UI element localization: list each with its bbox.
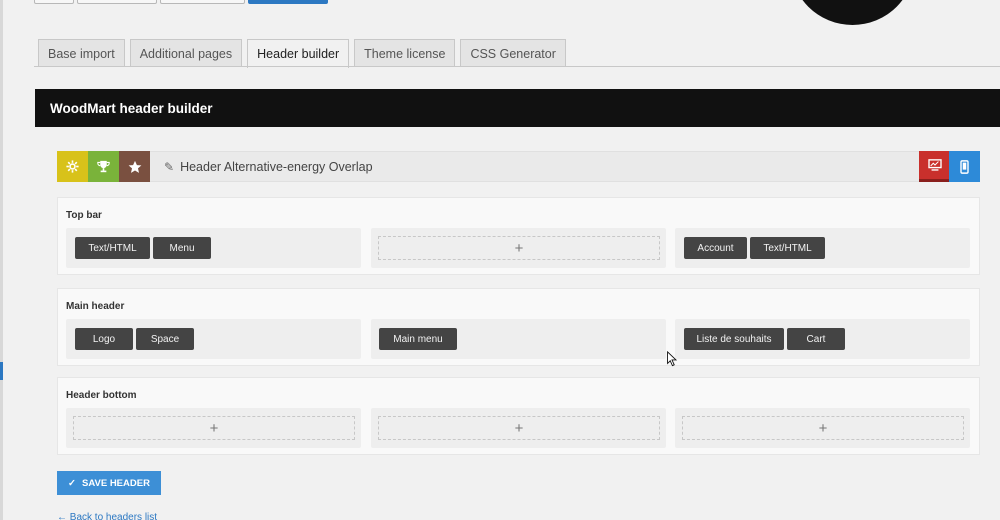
row-column-right: Liste de souhaits Cart xyxy=(675,319,970,359)
row-column-right: + xyxy=(675,408,970,448)
row-label: Header bottom xyxy=(66,390,137,401)
row-column-center: + xyxy=(371,408,666,448)
tabs-divider xyxy=(34,66,1000,67)
pencil-icon[interactable]: ✎ xyxy=(164,160,174,174)
header-name[interactable]: ✎ Header Alternative-energy Overlap xyxy=(164,152,373,181)
tab-css-generator[interactable]: CSS Generator xyxy=(460,39,566,67)
element-main-menu[interactable]: Main menu xyxy=(379,328,457,350)
add-element-button[interactable]: + xyxy=(682,416,964,440)
element-wishlist[interactable]: Liste de souhaits xyxy=(684,328,784,350)
back-to-headers-link[interactable]: ← Back to headers list xyxy=(57,512,157,520)
row-column-right: Account Text/HTML xyxy=(675,228,970,268)
element-menu[interactable]: Menu xyxy=(153,237,211,259)
add-element-button[interactable]: + xyxy=(73,416,355,440)
add-element-button[interactable]: + xyxy=(378,416,660,440)
row-label: Main header xyxy=(66,301,125,312)
save-header-label: SAVE HEADER xyxy=(82,477,150,489)
tab-theme-license[interactable]: Theme license xyxy=(354,39,456,67)
add-element-button[interactable]: + xyxy=(378,236,660,260)
left-edge xyxy=(0,0,3,520)
row-column-left: Logo Space xyxy=(66,319,361,359)
row-top-bar: Top bar Text/HTML Menu + Account Text/HT… xyxy=(57,197,980,275)
tab-bar: Base import Additional pages Header buil… xyxy=(38,39,566,68)
row-column-left: Text/HTML Menu xyxy=(66,228,361,268)
check-icon: ✓ xyxy=(68,477,77,489)
row-column-center: Main menu xyxy=(371,319,666,359)
top-button[interactable] xyxy=(77,0,157,4)
tab-additional-pages[interactable]: Additional pages xyxy=(129,39,243,67)
element-logo[interactable]: Logo xyxy=(75,328,133,350)
element-cart[interactable]: Cart xyxy=(787,328,845,350)
left-edge-marker xyxy=(0,362,3,380)
trophy-icon[interactable] xyxy=(88,151,119,182)
row-header-bottom: Header bottom + + + xyxy=(57,377,980,455)
row-main-header: Main header Logo Space Main menu Liste d… xyxy=(57,288,980,366)
row-column-center: + xyxy=(371,228,666,268)
decorative-circle xyxy=(790,0,915,25)
tab-base-import[interactable]: Base import xyxy=(38,39,125,67)
mobile-icon[interactable] xyxy=(949,151,980,182)
element-space[interactable]: Space xyxy=(136,328,194,350)
gear-icon[interactable] xyxy=(57,151,88,182)
mouse-cursor-icon xyxy=(667,351,678,367)
top-primary-button[interactable] xyxy=(248,0,328,4)
tab-header-builder[interactable]: Header builder xyxy=(247,39,350,68)
row-label: Top bar xyxy=(66,210,102,221)
save-header-button[interactable]: ✓ SAVE HEADER xyxy=(57,471,161,495)
element-account[interactable]: Account xyxy=(684,237,747,259)
element-text-html[interactable]: Text/HTML xyxy=(75,237,150,259)
row-column-left: + xyxy=(66,408,361,448)
header-name-label: Header Alternative-energy Overlap xyxy=(180,159,373,174)
top-button[interactable] xyxy=(34,0,74,4)
panel-title: WoodMart header builder xyxy=(35,89,1000,127)
top-button[interactable] xyxy=(160,0,245,4)
desktop-icon[interactable] xyxy=(919,151,950,182)
header-toolbar: ✎ Header Alternative-energy Overlap xyxy=(57,151,980,182)
element-text-html[interactable]: Text/HTML xyxy=(750,237,825,259)
star-icon[interactable] xyxy=(119,151,150,182)
